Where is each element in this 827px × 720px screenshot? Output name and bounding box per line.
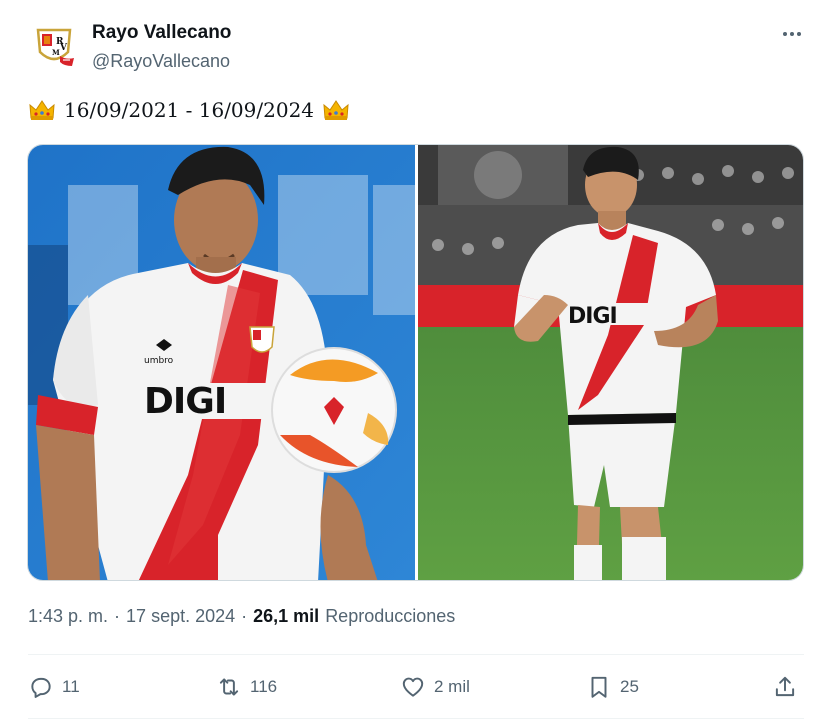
- like-count: 2 mil: [434, 677, 470, 696]
- repost-icon: [219, 678, 239, 696]
- reply-button[interactable]: 11: [28, 668, 80, 706]
- display-name[interactable]: Rayo Vallecano: [92, 20, 231, 46]
- photo-right-illustration: DIGI: [418, 145, 803, 580]
- meta-separator: ·: [114, 606, 121, 626]
- svg-text:M: M: [52, 48, 60, 57]
- rayo-vallecano-crest-icon: R V M: [36, 28, 74, 66]
- heart-icon: [402, 677, 424, 697]
- tweet-text: 16/09/2021 - 16/09/2024: [28, 96, 350, 124]
- dot-icon: [797, 32, 801, 36]
- share-button[interactable]: [772, 668, 798, 706]
- views-count: 26,1 mil: [253, 606, 320, 626]
- like-button[interactable]: 2 mil: [400, 668, 470, 706]
- svg-text:umbro: umbro: [144, 356, 174, 366]
- tweet-header: R V M Rayo Vallecano @RayoVallecano: [30, 18, 810, 78]
- share-icon: [775, 676, 795, 697]
- divider: [28, 654, 804, 655]
- media-grid: DIGI umbro DIGI: [27, 144, 804, 581]
- meta-separator: ·: [241, 606, 248, 626]
- svg-text:V: V: [59, 43, 68, 53]
- photo-player-right[interactable]: DIGI: [418, 145, 803, 580]
- crown-icon: [323, 100, 349, 120]
- repost-count: 116: [250, 677, 278, 696]
- bookmark-button[interactable]: 25: [586, 668, 639, 706]
- reply-icon: [31, 677, 51, 698]
- photo-left-illustration: DIGI umbro: [28, 145, 415, 580]
- tweet-date[interactable]: 17 sept. 2024: [126, 606, 235, 627]
- avatar[interactable]: R V M: [30, 22, 78, 70]
- bookmark-count: 25: [620, 677, 639, 696]
- action-bar: 11 116 2 mil 25: [28, 668, 804, 706]
- divider: [28, 718, 804, 719]
- crown-icon: [29, 100, 55, 120]
- repost-button[interactable]: 116: [216, 668, 277, 706]
- views-label: Reproducciones: [325, 606, 456, 626]
- dot-icon: [790, 32, 794, 36]
- tweet-body: 16/09/2021 - 16/09/2024: [64, 98, 315, 122]
- bookmark-icon: [591, 676, 607, 698]
- photo-player-left[interactable]: DIGI umbro: [28, 145, 415, 580]
- tweet-time[interactable]: 1:43 p. m.: [28, 606, 108, 627]
- reply-count: 11: [62, 677, 80, 696]
- dot-icon: [783, 32, 787, 36]
- author-names: Rayo Vallecano @RayoVallecano: [92, 20, 231, 73]
- tweet-meta: 1:43 p. m. · 17 sept. 2024 · 26,1 mil Re…: [28, 606, 455, 627]
- more-options-button[interactable]: [778, 24, 806, 44]
- handle[interactable]: @RayoVallecano: [92, 49, 231, 73]
- svg-text:DIGI: DIGI: [144, 381, 226, 422]
- svg-text:DIGI: DIGI: [568, 304, 617, 329]
